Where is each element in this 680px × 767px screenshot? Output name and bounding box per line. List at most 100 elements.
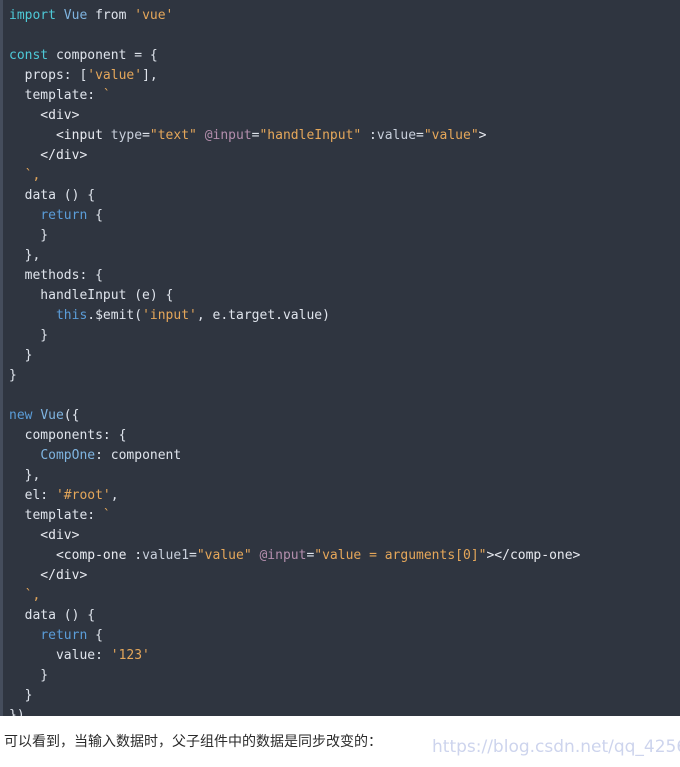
code-token: el: — [9, 488, 56, 503]
code-line: </div> — [3, 566, 680, 586]
code-line: `, — [3, 586, 680, 606]
code-token: data () { — [9, 188, 96, 203]
code-line: } — [3, 686, 680, 706]
code-token: }, — [9, 248, 41, 263]
code-line: this.$emit('input', e.target.value) — [3, 306, 680, 326]
code-token: props: [ — [9, 68, 88, 83]
code-token: components: { — [9, 428, 127, 443]
code-token: "value = arguments[0]" — [314, 548, 487, 563]
code-line: methods: { — [3, 266, 680, 286]
code-line: data () { — [3, 606, 680, 626]
code-line: } — [3, 666, 680, 686]
code-token: return — [40, 208, 88, 223]
code-line: components: { — [3, 426, 680, 446]
code-line: value: '123' — [3, 646, 680, 666]
code-token: ], — [142, 68, 158, 83]
code-line: el: '#root', — [3, 486, 680, 506]
code-token: Vue — [40, 408, 64, 423]
code-token: 'value' — [87, 68, 143, 83]
code-token: "handleInput" — [259, 128, 362, 143]
code-line: import Vue from 'vue' — [3, 6, 680, 26]
code-token: "value" — [196, 548, 252, 563]
code-token: return — [40, 628, 88, 643]
code-token: > — [478, 128, 487, 143]
code-token: methods: { — [9, 268, 103, 283]
code-token: type — [110, 128, 143, 143]
code-token: ></comp-one> — [486, 548, 581, 563]
code-token: }, — [9, 468, 41, 483]
code-line: } — [3, 366, 680, 386]
code-token: = — [416, 128, 424, 143]
code-token: <input — [9, 128, 111, 143]
code-token: , — [110, 488, 119, 503]
code-token: handleInput (e) { — [9, 288, 174, 303]
code-block[interactable]: import Vue from 'vue' const component = … — [0, 0, 680, 716]
code-line: const component = { — [3, 46, 680, 66]
code-token: ` — [102, 508, 111, 523]
code-token: = — [142, 128, 150, 143]
code-line: new Vue({ — [3, 406, 680, 426]
code-line: } — [3, 326, 680, 346]
code-token: "text" — [149, 128, 197, 143]
code-token: : — [361, 128, 377, 143]
code-line: `, — [3, 166, 680, 186]
code-line: }, — [3, 466, 680, 486]
code-token: `, — [9, 168, 41, 183]
code-token: </div> — [9, 568, 88, 583]
code-token: from — [95, 8, 127, 23]
code-token: { — [87, 628, 103, 643]
code-line: handleInput (e) { — [3, 286, 680, 306]
code-token: @input — [204, 128, 252, 143]
code-line: }) — [3, 706, 680, 716]
code-token: "value" — [423, 128, 479, 143]
code-token: `, — [9, 588, 41, 603]
code-lines-container: import Vue from 'vue' const component = … — [3, 0, 680, 716]
code-token: : — [134, 548, 143, 563]
code-token: 'vue' — [134, 8, 174, 23]
code-token: import — [9, 8, 56, 23]
code-token: } — [9, 228, 49, 243]
code-token: this — [55, 308, 88, 323]
code-token: .$emit( — [87, 308, 143, 323]
code-token: } — [9, 668, 49, 683]
code-line: <input type="text" @input="handleInput" … — [3, 126, 680, 146]
code-line: <comp-one :value1="value" @input="value … — [3, 546, 680, 566]
code-token: : component — [95, 448, 182, 463]
code-token: template: — [9, 508, 103, 523]
code-line: CompOne: component — [3, 446, 680, 466]
caption-text: 可以看到，当输入数据时，父子组件中的数据是同步改变的： — [4, 734, 382, 750]
code-token: template: — [9, 88, 103, 103]
code-token: value — [376, 128, 417, 143]
code-token: <div> — [9, 528, 80, 543]
code-token: CompOne — [40, 448, 96, 463]
code-line: </div> — [3, 146, 680, 166]
code-line: template: ` — [3, 506, 680, 526]
code-line: return { — [3, 626, 680, 646]
code-token: data () { — [9, 608, 96, 623]
code-token: }) — [9, 708, 25, 716]
code-line: <div> — [3, 106, 680, 126]
code-token: ({ — [63, 408, 80, 423]
code-token: </div> — [9, 148, 88, 163]
code-token: , e.target.value) — [196, 308, 330, 323]
code-line: }, — [3, 246, 680, 266]
code-token: } — [9, 328, 49, 343]
code-token: Vue — [63, 8, 88, 23]
code-line: props: ['value'], — [3, 66, 680, 86]
code-token: const — [9, 48, 49, 63]
code-line: } — [3, 226, 680, 246]
code-line: <div> — [3, 526, 680, 546]
code-token: = — [189, 548, 197, 563]
code-line: } — [3, 346, 680, 366]
code-token: <comp-one — [9, 548, 135, 563]
code-token: } — [9, 368, 17, 383]
code-token: component = { — [48, 48, 158, 63]
code-token: new — [9, 408, 33, 423]
code-token: '#root' — [55, 488, 111, 503]
